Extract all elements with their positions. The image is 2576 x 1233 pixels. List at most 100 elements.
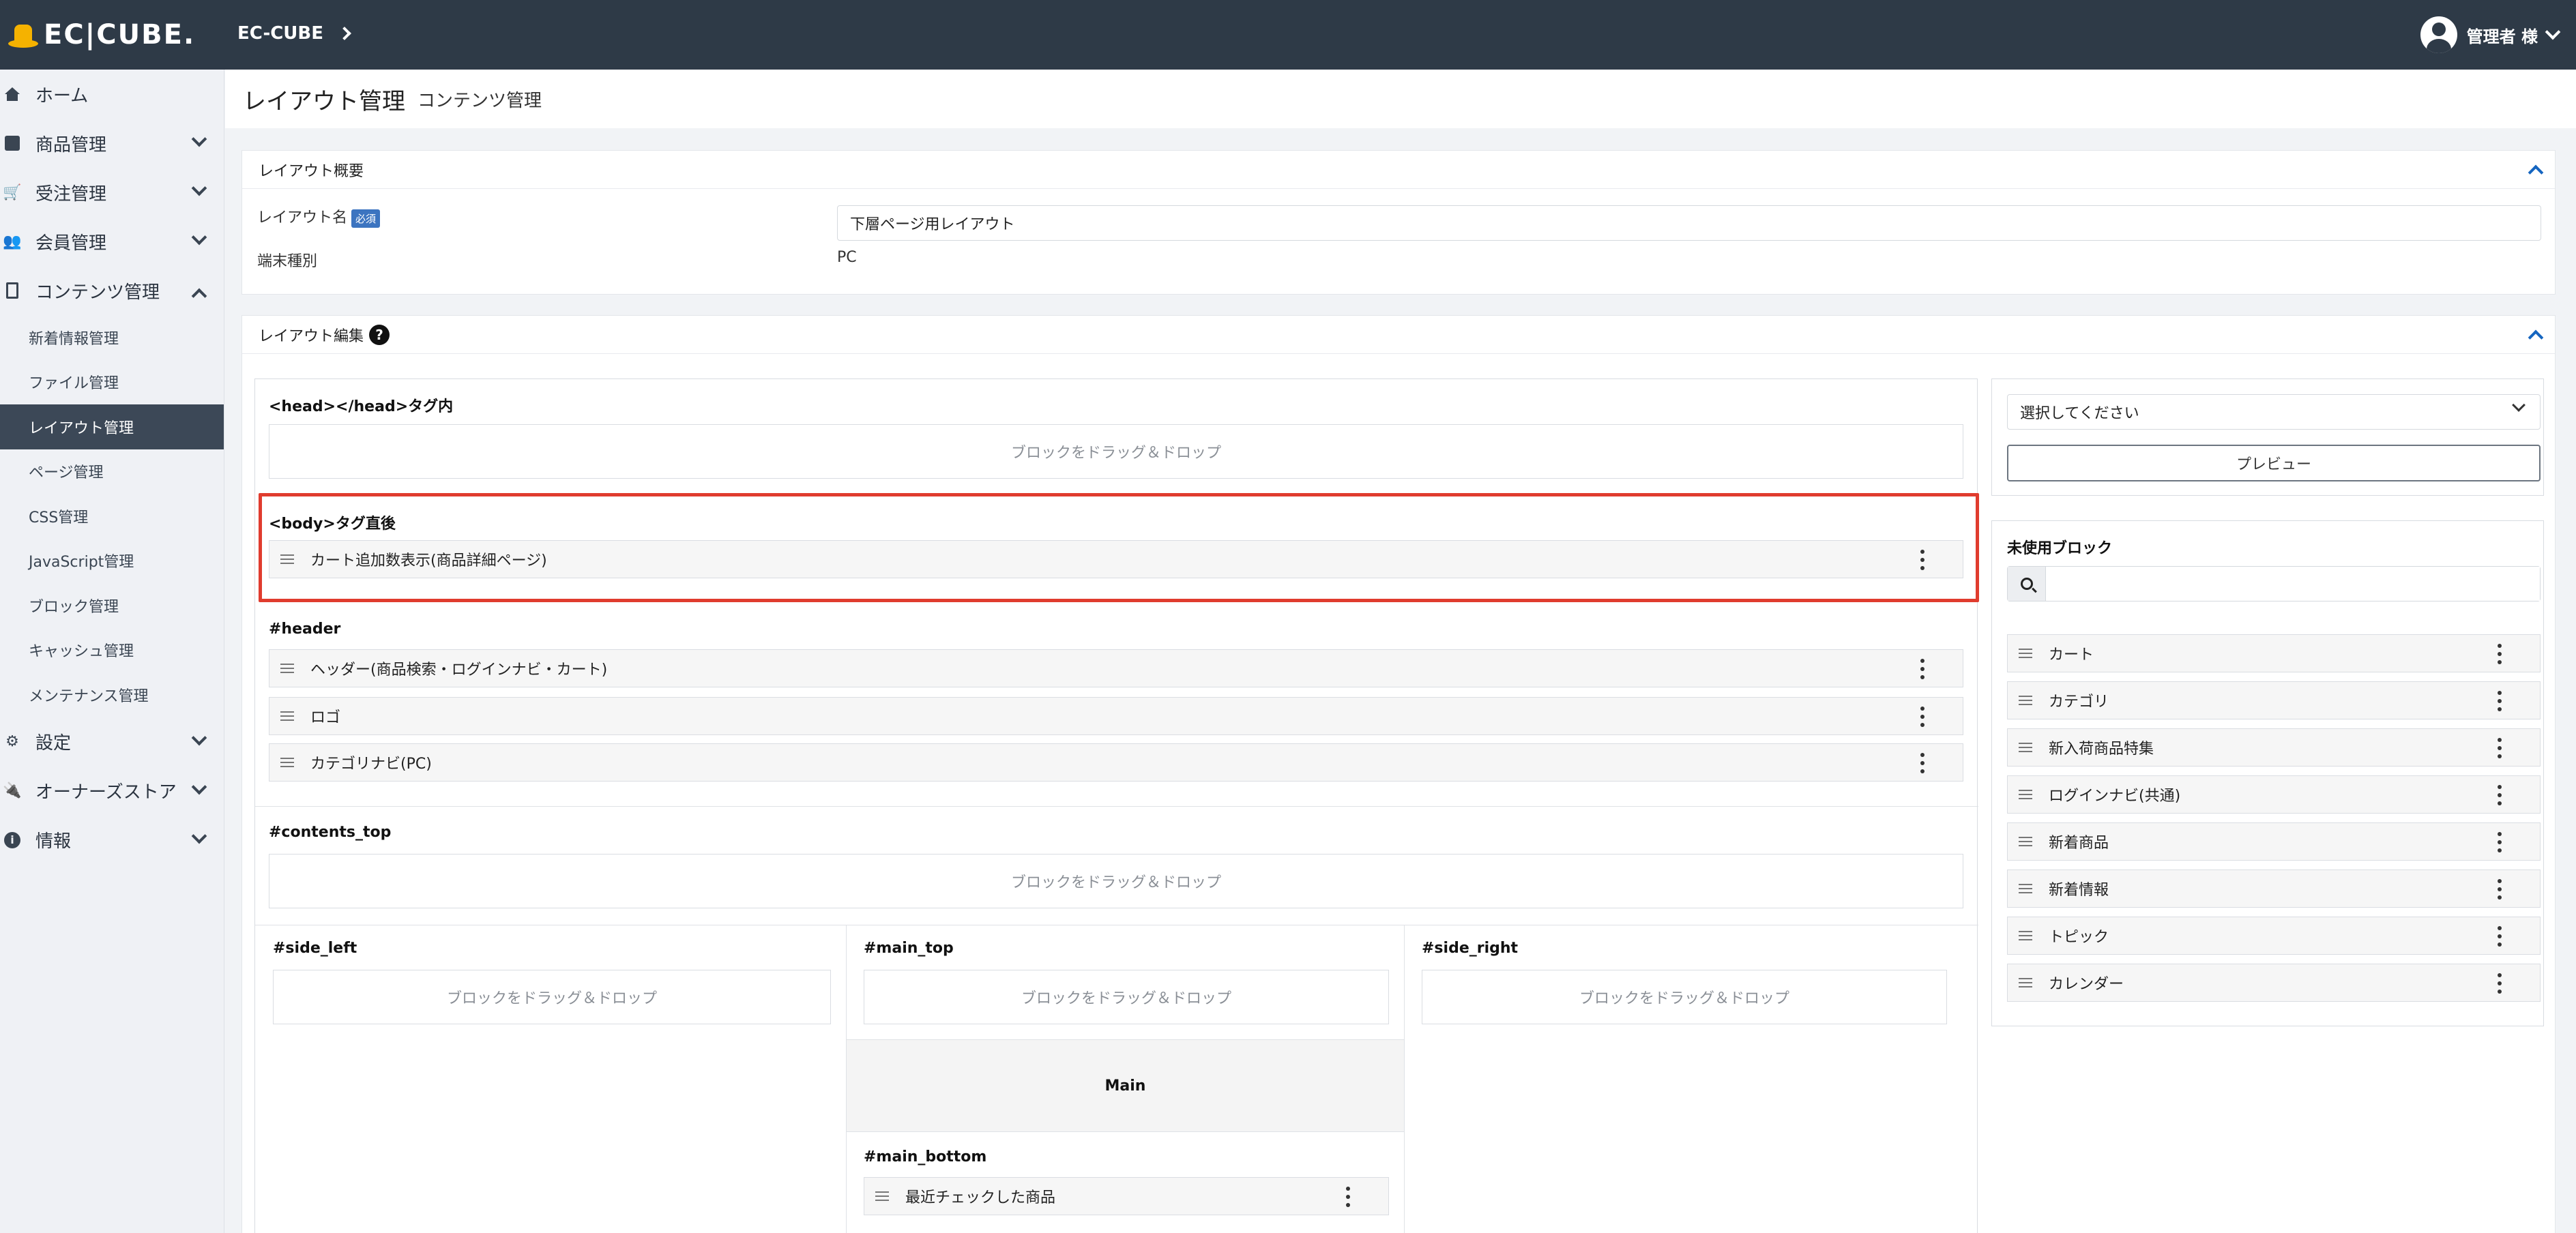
sidebar-subitem-cache[interactable]: キャッシュ管理 xyxy=(0,628,224,673)
block-search-input[interactable] xyxy=(2046,567,2540,601)
cart-icon: 🛒 xyxy=(3,183,22,201)
drop-zone-side-left[interactable]: ブロックをドラッグ＆ドロップ xyxy=(273,970,831,1024)
more-options-icon[interactable] xyxy=(2498,926,2502,947)
more-options-icon[interactable] xyxy=(2498,973,2502,994)
drag-handle-icon[interactable] xyxy=(2019,884,2032,893)
region-divider xyxy=(255,806,1978,807)
sidebar-item-contents[interactable]: コンテンツ管理 xyxy=(0,266,224,315)
more-options-icon[interactable] xyxy=(1920,659,1924,679)
ec-cube-logo[interactable]: EC|CUBE. xyxy=(8,18,195,52)
more-options-icon[interactable] xyxy=(1920,753,1924,773)
more-options-icon[interactable] xyxy=(2498,879,2502,900)
sidebar-item-products[interactable]: 商品管理 xyxy=(0,119,224,168)
shop-link[interactable]: EC-CUBE xyxy=(237,23,351,44)
drop-zone-main-top[interactable]: ブロックをドラッグ＆ドロップ xyxy=(864,970,1389,1024)
region-title-contents-top: #contents_top xyxy=(269,824,392,841)
card-header[interactable]: レイアウト概要 xyxy=(242,151,2555,189)
unused-block-item[interactable]: 新着情報 xyxy=(2007,870,2541,908)
more-options-icon[interactable] xyxy=(1920,707,1924,727)
user-menu[interactable]: 管理者 様 xyxy=(2420,16,2561,53)
block-name: 新着商品 xyxy=(2049,835,2109,852)
sidebar-item-label: 受注管理 xyxy=(35,183,107,205)
region-title-main-top: #main_top xyxy=(864,940,954,957)
card-header[interactable]: レイアウト編集 ? xyxy=(242,316,2555,354)
chevron-up-icon[interactable] xyxy=(2528,164,2544,181)
sidebar-subitem-javascript[interactable]: JavaScript管理 xyxy=(0,539,224,584)
sidebar-subitem-maintenance[interactable]: メンテナンス管理 xyxy=(0,672,224,717)
region-title-main-bottom: #main_bottom xyxy=(864,1148,987,1165)
more-options-icon[interactable] xyxy=(2498,691,2502,711)
page-header: レイアウト管理 コンテンツ管理 xyxy=(225,70,2576,128)
block-item[interactable]: ロゴ xyxy=(269,697,1963,735)
layout-select[interactable]: 選択してください xyxy=(2007,394,2541,430)
required-badge: 必須 xyxy=(351,209,381,228)
layout-name-label: レイアウト名 必須 xyxy=(257,205,381,228)
unused-block-item[interactable]: 新着商品 xyxy=(2007,822,2541,861)
more-options-icon[interactable] xyxy=(1346,1187,1350,1207)
region-title-side-right: #side_right xyxy=(1422,940,1519,957)
unused-block-item[interactable]: トピック xyxy=(2007,917,2541,955)
help-icon[interactable]: ? xyxy=(369,324,390,345)
more-options-icon[interactable] xyxy=(2498,738,2502,758)
drag-handle-icon[interactable] xyxy=(2019,696,2032,705)
sidebar-subitem-pages[interactable]: ページ管理 xyxy=(0,449,224,494)
drop-zone-side-right[interactable]: ブロックをドラッグ＆ドロップ xyxy=(1422,970,1947,1024)
layout-name-input[interactable]: 下層ページ用レイアウト xyxy=(837,205,2541,241)
sidebar-subitem-layout[interactable]: レイアウト管理 xyxy=(0,404,224,449)
chevron-up-icon[interactable] xyxy=(2528,329,2544,346)
block-name: 新入荷商品特集 xyxy=(2049,741,2154,758)
drag-handle-icon[interactable] xyxy=(280,664,294,673)
plug-icon: 🔌 xyxy=(3,782,22,799)
drag-handle-icon[interactable] xyxy=(875,1191,889,1201)
sidebar-item-label: 設定 xyxy=(35,733,72,754)
block-name: カレンダー xyxy=(2049,976,2124,993)
sidebar-subitem-css[interactable]: CSS管理 xyxy=(0,494,224,539)
chevron-down-icon xyxy=(2512,398,2526,412)
sidebar-item-orders[interactable]: 🛒 受注管理 xyxy=(0,168,224,217)
drag-handle-icon[interactable] xyxy=(2019,790,2032,799)
block-name: カート xyxy=(2049,647,2094,664)
sidebar-item-customers[interactable]: 👥 会員管理 xyxy=(0,217,224,266)
block-name: ログインナビ(共通) xyxy=(2049,788,2181,805)
sidebar-item-home[interactable]: ホーム xyxy=(0,70,224,119)
chevron-down-icon xyxy=(191,229,207,246)
sidebar-item-owners-store[interactable]: 🔌 オーナーズストア xyxy=(0,767,224,816)
drag-handle-icon[interactable] xyxy=(2019,978,2032,987)
sidebar-item-label: 情報 xyxy=(35,831,72,852)
unused-blocks-panel: 未使用ブロック カート カテゴリ 新入荷商品特集 ログインナビ(共通) 新着商品… xyxy=(1991,520,2544,1026)
block-search[interactable] xyxy=(2007,566,2541,601)
block-name: 最近チェックした商品 xyxy=(905,1189,1056,1206)
drag-handle-icon[interactable] xyxy=(2019,931,2032,940)
page-title: レイアウト管理 xyxy=(243,87,405,115)
block-item[interactable]: カテゴリナビ(PC) xyxy=(269,743,1963,782)
unused-block-item[interactable]: カート xyxy=(2007,634,2541,672)
more-options-icon[interactable] xyxy=(2498,785,2502,805)
unused-block-item[interactable]: ログインナビ(共通) xyxy=(2007,775,2541,814)
sidebar-subitem-news[interactable]: 新着情報管理 xyxy=(0,315,224,360)
preview-button[interactable]: プレビュー xyxy=(2007,445,2541,481)
drag-handle-icon[interactable] xyxy=(280,711,294,721)
unused-block-item[interactable]: 新入荷商品特集 xyxy=(2007,728,2541,767)
shop-name: EC-CUBE xyxy=(237,23,324,44)
top-bar: EC|CUBE. EC-CUBE 管理者 様 xyxy=(0,0,2576,70)
sidebar-item-label: 会員管理 xyxy=(35,233,107,254)
drop-zone-contents-top[interactable]: ブロックをドラッグ＆ドロップ xyxy=(269,854,1963,908)
page-subtitle: コンテンツ管理 xyxy=(418,90,542,111)
drag-handle-icon[interactable] xyxy=(2019,649,2032,658)
sidebar-subitem-files[interactable]: ファイル管理 xyxy=(0,360,224,405)
unused-block-item[interactable]: カテゴリ xyxy=(2007,681,2541,719)
drag-handle-icon[interactable] xyxy=(2019,743,2032,752)
more-options-icon[interactable] xyxy=(2498,644,2502,664)
block-item[interactable]: ヘッダー(商品検索・ログインナビ・カート) xyxy=(269,649,1963,687)
more-options-icon[interactable] xyxy=(2498,832,2502,852)
unused-block-item[interactable]: カレンダー xyxy=(2007,964,2541,1002)
drag-handle-icon[interactable] xyxy=(2019,837,2032,846)
drag-handle-icon[interactable] xyxy=(280,758,294,767)
sidebar-item-info[interactable]: i 情報 xyxy=(0,816,224,865)
block-item[interactable]: 最近チェックした商品 xyxy=(864,1177,1389,1215)
drop-zone-head[interactable]: ブロックをドラッグ＆ドロップ xyxy=(269,424,1963,479)
sidebar-subitem-blocks[interactable]: ブロック管理 xyxy=(0,583,224,628)
sidebar-item-label: オーナーズストア xyxy=(35,782,177,803)
sidebar-item-settings[interactable]: ⚙ 設定 xyxy=(0,717,224,767)
layout-overview-card: レイアウト概要 レイアウト名 必須 下層ページ用レイアウト 端末種別 PC xyxy=(241,150,2556,295)
